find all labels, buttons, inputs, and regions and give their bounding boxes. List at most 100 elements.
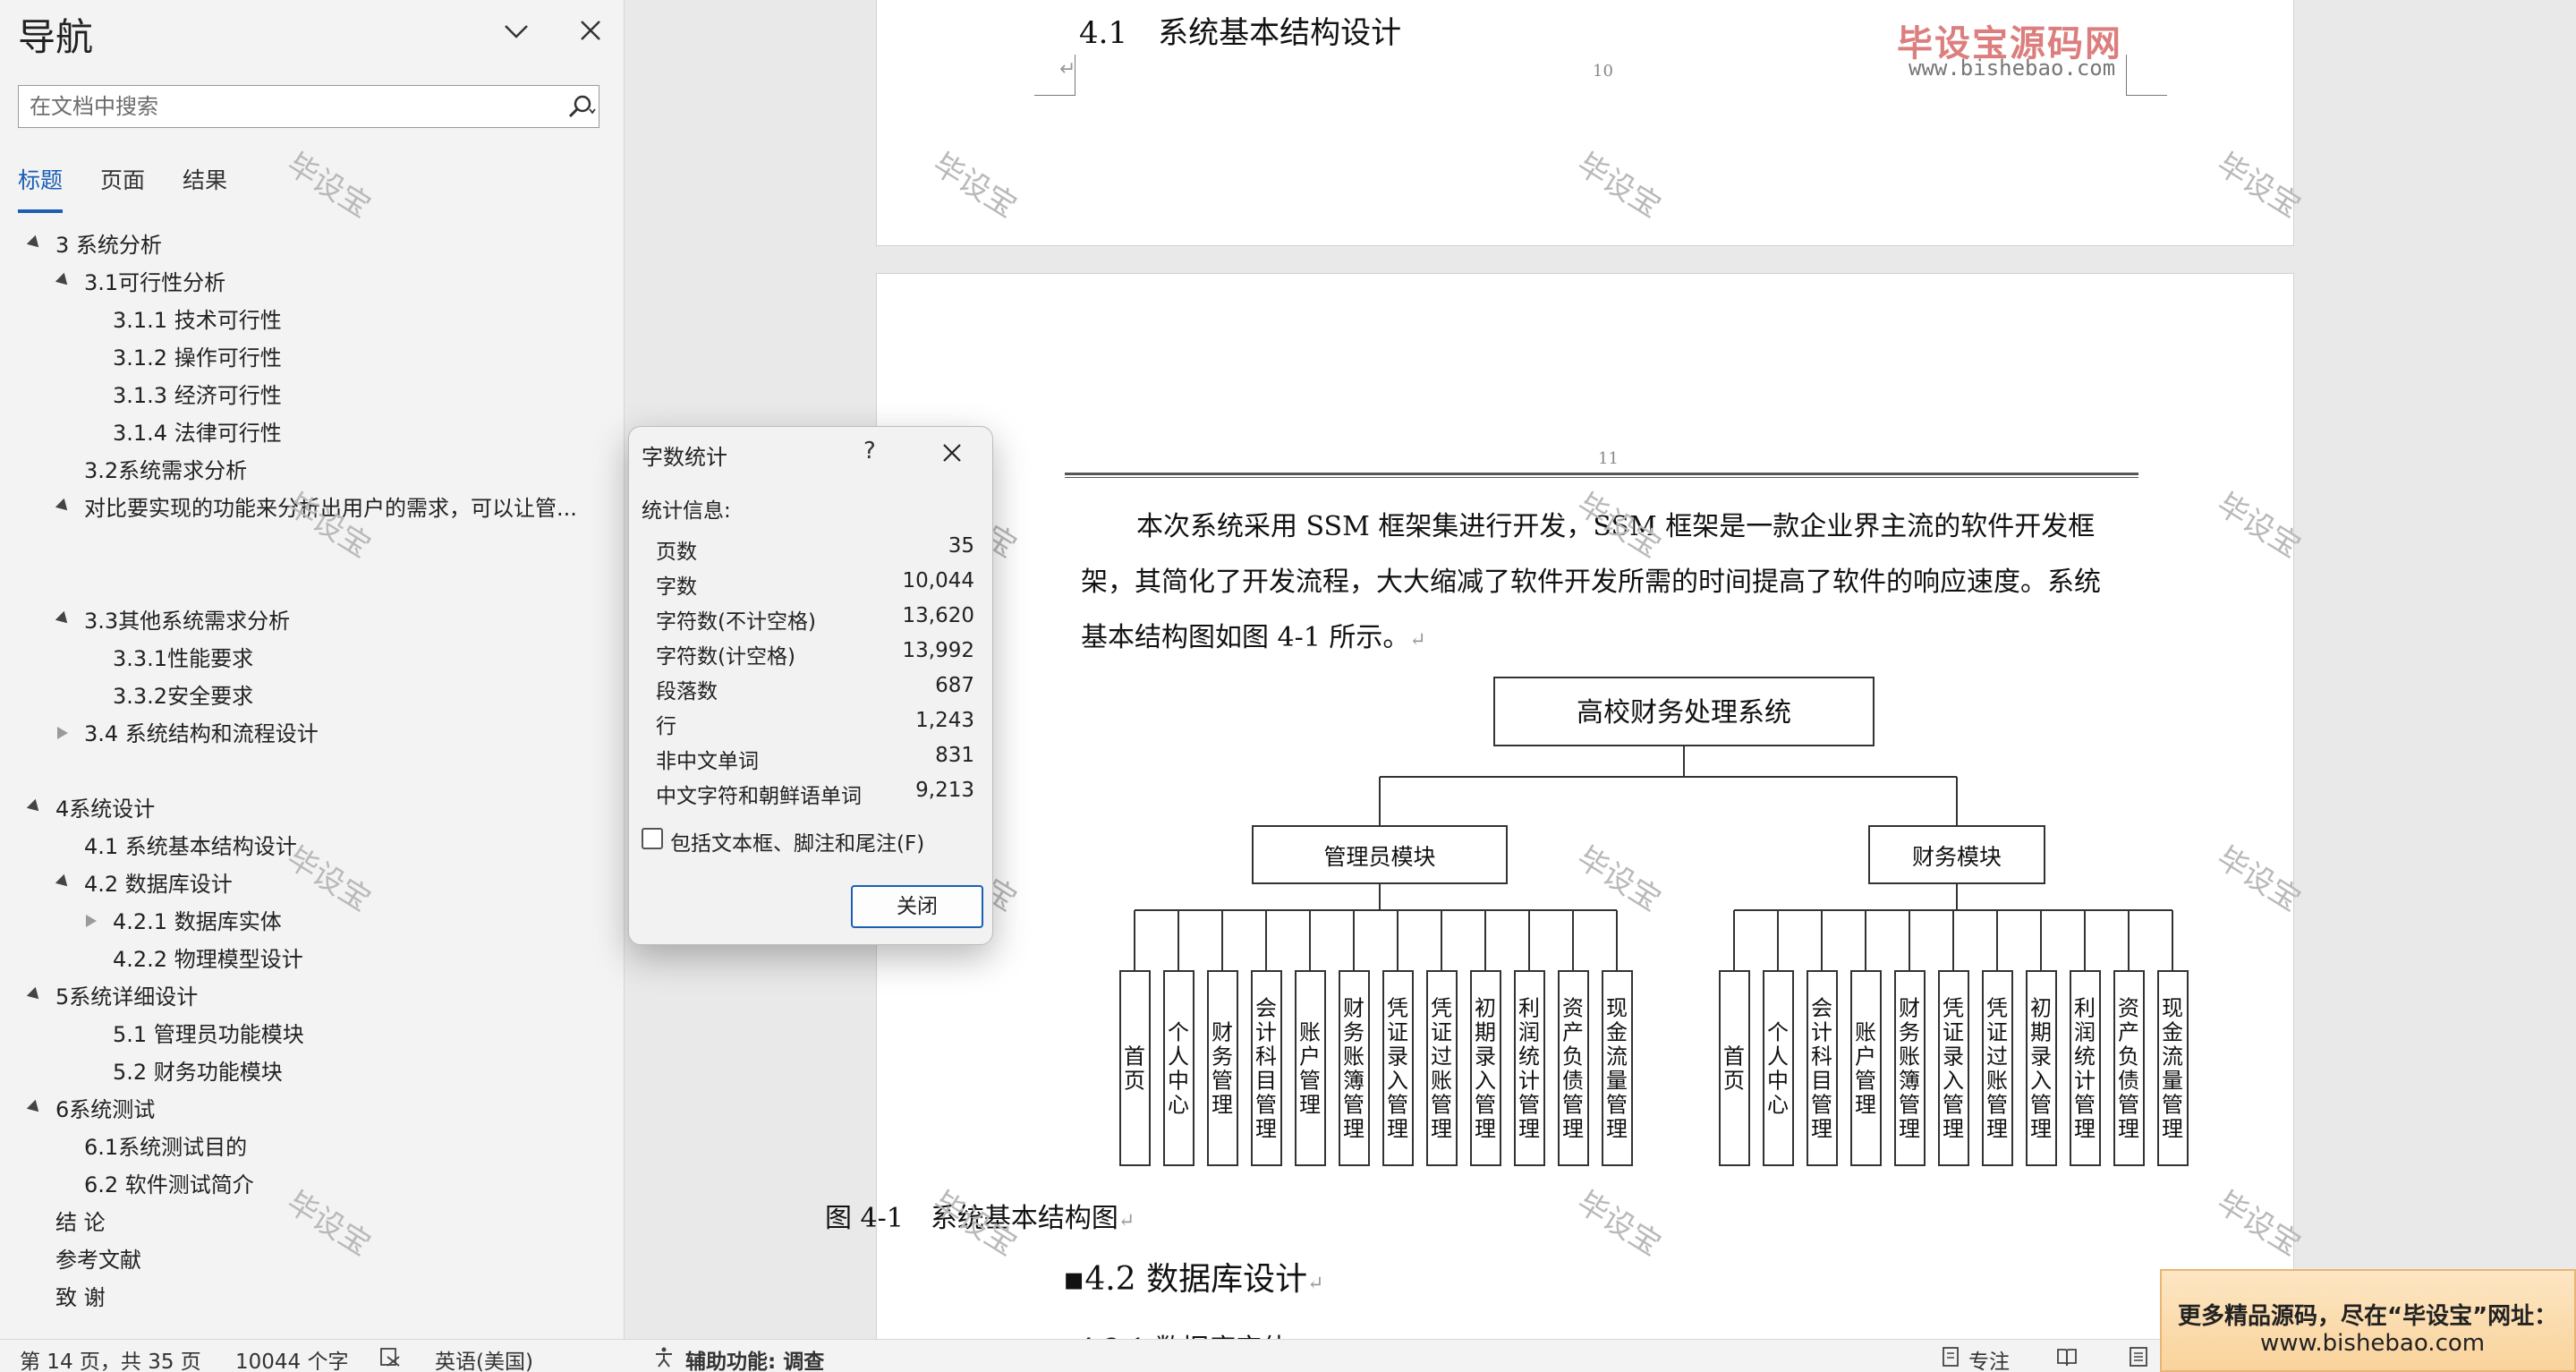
tab-headings[interactable]: 标题 xyxy=(18,163,64,213)
page-info[interactable]: 第 14 页，共 35 页 xyxy=(20,1344,201,1372)
figure-caption-text: 图 4-1 系统基本结构图 xyxy=(825,1203,1118,1234)
leaf-label-char: 计 xyxy=(1518,1069,1540,1094)
stat-label: 字数 xyxy=(656,575,697,599)
proofing-icon[interactable] xyxy=(379,1346,401,1368)
collapse-triangle-icon[interactable] xyxy=(26,1099,44,1117)
focus-icon[interactable] xyxy=(1940,1346,1961,1368)
search-icon[interactable] xyxy=(566,93,597,122)
read-mode-icon[interactable] xyxy=(2056,1346,2078,1368)
nav-heading-item[interactable]: 3.1.2 操作可行性 xyxy=(113,340,282,376)
help-button[interactable]: ? xyxy=(863,438,876,464)
nav-heading-item[interactable]: 4.2.1 数据库实体 xyxy=(86,904,282,940)
word-count[interactable]: 10044 个字 xyxy=(235,1344,348,1372)
search-box xyxy=(18,85,599,128)
leaf-label-char: 计 xyxy=(1255,1020,1277,1045)
nav-heading-item[interactable]: 3.3.2安全要求 xyxy=(113,678,253,714)
leaf-label-char: 理 xyxy=(1387,1117,1408,1142)
close-button[interactable]: 关闭 xyxy=(851,885,983,928)
leaf-label-char: 证 xyxy=(1943,1020,1964,1045)
search-input[interactable] xyxy=(30,91,540,122)
leaf-label-char: 期 xyxy=(1475,1020,1496,1045)
close-icon[interactable] xyxy=(576,16,605,45)
ad-url[interactable]: www.bishebao.com xyxy=(2260,1330,2485,1357)
nav-heading-item[interactable]: 5.1 管理员功能模块 xyxy=(113,1017,304,1052)
tab-results[interactable]: 结果 xyxy=(183,163,227,213)
leaf-label-char: 账 xyxy=(1299,1020,1321,1045)
nav-heading-item[interactable]: 4.2.2 物理模型设计 xyxy=(113,942,303,977)
collapse-triangle-icon[interactable] xyxy=(26,798,44,816)
collapse-triangle-icon[interactable] xyxy=(26,234,44,252)
nav-heading-item[interactable]: 6.2 软件测试简介 xyxy=(84,1167,254,1203)
stat-label: 非中文单词 xyxy=(656,750,759,773)
expand-triangle-icon[interactable] xyxy=(86,915,97,927)
leaf-label-char: 会 xyxy=(1255,996,1277,1021)
nav-heading-item[interactable]: 3.1.4 法律可行性 xyxy=(113,415,282,451)
collapse-triangle-icon[interactable] xyxy=(55,873,72,891)
stat-row: 行 1,243 xyxy=(656,709,974,743)
print-layout-icon[interactable] xyxy=(2128,1346,2149,1368)
collapse-triangle-icon[interactable] xyxy=(55,272,72,290)
collapse-triangle-icon[interactable] xyxy=(55,498,72,516)
leaf-label-char: 理 xyxy=(2162,1117,2183,1142)
collapse-triangle-icon[interactable] xyxy=(26,986,44,1004)
nav-heading-item[interactable]: 3.4 系统结构和流程设计 xyxy=(57,716,319,752)
stat-value: 687 xyxy=(935,674,974,697)
stat-label: 页数 xyxy=(656,541,697,564)
leaf-label-char: 首 xyxy=(1723,1044,1745,1069)
nav-heading-label: 6.2 软件测试简介 xyxy=(84,1172,254,1197)
chevron-down-icon[interactable] xyxy=(501,16,531,47)
leaf-label-char: 利 xyxy=(1518,996,1540,1021)
focus-mode[interactable]: 专注 xyxy=(1968,1344,2010,1372)
leaf-label-char: 理 xyxy=(1431,1117,1452,1142)
nav-heading-item[interactable]: 参考文献 xyxy=(55,1242,141,1278)
nav-heading-item[interactable]: 5.2 财务功能模块 xyxy=(113,1054,283,1090)
accessibility-icon[interactable] xyxy=(653,1346,675,1368)
nav-heading-item[interactable]: 3.3.1性能要求 xyxy=(113,641,253,677)
close-icon[interactable] xyxy=(939,439,965,466)
module-label: 财务模块 xyxy=(1912,844,2002,870)
leaf-label-char: 入 xyxy=(1943,1069,1964,1094)
tab-pages[interactable]: 页面 xyxy=(100,163,145,213)
nav-heading-label: 5.2 财务功能模块 xyxy=(113,1060,283,1085)
nav-heading-item[interactable]: 5系统详细设计 xyxy=(26,979,198,1015)
collapse-triangle-icon[interactable] xyxy=(55,610,72,628)
nav-heading-item[interactable]: 6系统测试 xyxy=(26,1092,155,1128)
ad-banner[interactable]: 更多精品源码，尽在“毕设宝”网址： www.bishebao.com xyxy=(2160,1269,2576,1372)
nav-heading-item[interactable]: 致 谢 xyxy=(55,1280,106,1316)
leaf-label-char: 流 xyxy=(1606,1044,1628,1069)
nav-heading-item[interactable]: 3.1.3 经济可行性 xyxy=(113,378,282,413)
expand-triangle-icon[interactable] xyxy=(57,727,68,739)
nav-heading-item[interactable]: 4.2 数据库设计 xyxy=(55,866,233,902)
nav-heading-item[interactable]: 4.1 系统基本结构设计 xyxy=(77,825,578,865)
paragraph-mark: ↵ xyxy=(1118,1210,1135,1232)
nav-heading-item[interactable]: 6.1系统测试目的 xyxy=(84,1129,247,1165)
accessibility-status[interactable]: 辅助功能: 调查 xyxy=(685,1344,824,1372)
leaf-label-char: 页 xyxy=(1723,1069,1745,1094)
stat-value: 10,044 xyxy=(902,569,974,592)
include-textboxes-checkbox[interactable] xyxy=(642,828,663,849)
leaf-label-char: 润 xyxy=(1518,1020,1540,1045)
nav-heading-item[interactable]: 3 系统分析 xyxy=(26,227,162,263)
nav-heading-item[interactable]: 3.1可行性分析 xyxy=(55,265,225,301)
leaf-label-char: 中 xyxy=(1168,1069,1189,1094)
nav-heading-item[interactable]: 3.2系统需求分析 xyxy=(84,453,247,489)
nav-heading-label: 5.1 管理员功能模块 xyxy=(113,1022,304,1047)
nav-heading-item[interactable]: 3.1.1 技术可行性 xyxy=(113,303,282,338)
leaf-label-char: 凭 xyxy=(1431,996,1452,1021)
leaf-label-char: 科 xyxy=(1811,1044,1832,1069)
nav-heading-item[interactable]: 结 论 xyxy=(55,1205,106,1240)
nav-tabs: 标题 页面 结果 xyxy=(18,163,227,213)
leaf-label-char: 现 xyxy=(2162,996,2183,1021)
leaf-label-char: 管 xyxy=(1431,1093,1452,1118)
stats-label: 统计信息: xyxy=(642,499,731,523)
leaf-label-char: 现 xyxy=(1606,996,1628,1021)
leaf-label-char: 利 xyxy=(2074,996,2096,1021)
nav-heading-item[interactable]: 对比要实现的功能来分析出用户的需求，可以让管... xyxy=(55,490,577,526)
nav-heading-item[interactable]: 4系统设计 xyxy=(26,791,155,827)
nav-heading-item[interactable]: 3.3其他系统需求分析 xyxy=(55,603,290,639)
language[interactable]: 英语(美国) xyxy=(435,1344,533,1372)
stat-value: 831 xyxy=(935,744,974,767)
include-textboxes-label[interactable]: 包括文本框、脚注和尾注(F) xyxy=(670,826,924,856)
leaf-label-char: 录 xyxy=(1387,1044,1408,1069)
leaf-label-char: 理 xyxy=(1255,1117,1277,1142)
